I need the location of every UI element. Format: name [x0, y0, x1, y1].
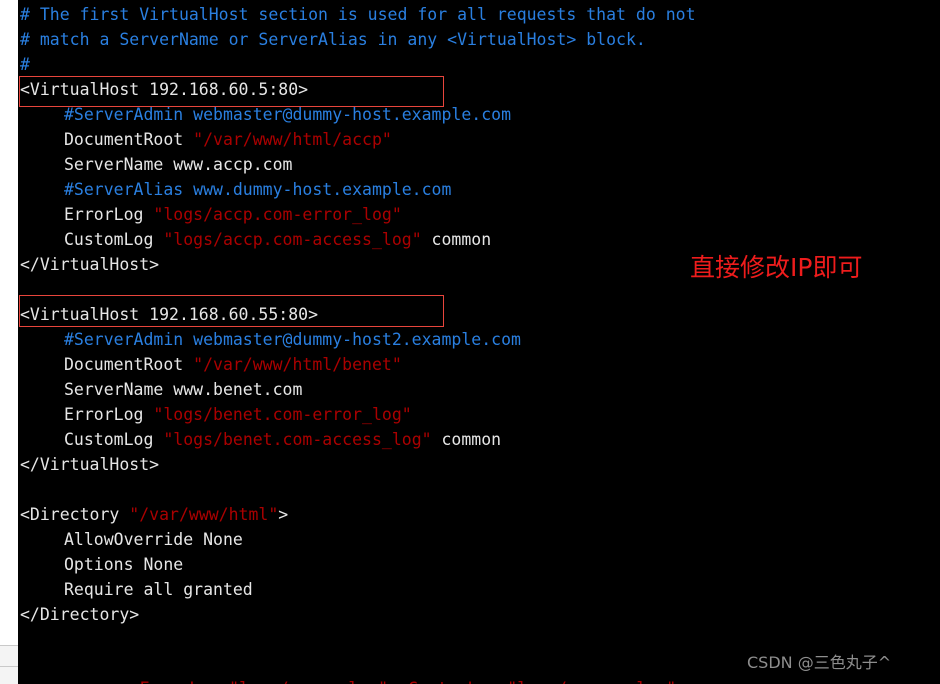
clipped-bottom-code-line: ErrorLog "logs/error_log" CustomLog "log… [100, 676, 676, 684]
code-token-str: "/var/www/html/accp" [193, 130, 392, 149]
code-token-dir: AllowOverride None [64, 530, 243, 549]
code-line: ErrorLog "logs/benet.com-error_log" [64, 402, 412, 427]
code-token-tag: <VirtualHost 192.168.60.5:80> [20, 80, 309, 99]
code-token-str: "/var/www/html" [129, 505, 279, 524]
code-token-dir: ErrorLog [64, 205, 154, 224]
code-line: <VirtualHost 192.168.60.5:80> [20, 77, 308, 102]
gutter-cell [0, 645, 18, 666]
code-line: # The first VirtualHost section is used … [20, 2, 696, 27]
code-token-str: "logs/accp.com-error_log" [153, 205, 402, 224]
gutter-blank-area [0, 0, 18, 645]
code-line: #ServerAdmin webmaster@dummy-host.exampl… [64, 102, 511, 127]
code-content-area[interactable]: # The first VirtualHost section is used … [19, 0, 940, 684]
code-line: # [20, 52, 30, 77]
code-line: <Directory "/var/www/html"> [20, 502, 288, 527]
code-token-comment: # [20, 55, 30, 74]
code-token-comment: #ServerAlias www.dummy-host.example.com [64, 180, 452, 199]
code-token-tag: > [278, 505, 289, 524]
code-token-tag: <Directory [20, 505, 130, 524]
code-token-str: "logs/benet.com-access_log" [163, 430, 432, 449]
code-line: ServerName www.accp.com [64, 152, 292, 177]
code-token-dir: ErrorLog [64, 405, 154, 424]
code-token-comment: #ServerAdmin webmaster@dummy-host.exampl… [64, 105, 512, 124]
code-line: <VirtualHost 192.168.60.55:80> [20, 302, 318, 327]
code-line: ErrorLog "logs/accp.com-error_log" [64, 202, 402, 227]
code-line: AllowOverride None [64, 527, 243, 552]
code-line: ServerName www.benet.com [64, 377, 302, 402]
left-gutter [0, 0, 18, 684]
code-line: Require all granted [64, 577, 253, 602]
code-line: #ServerAlias www.dummy-host.example.com [64, 177, 451, 202]
gutter-cell [0, 666, 18, 684]
code-token-dir: Require all granted [64, 580, 253, 599]
code-token-tag: </VirtualHost> [20, 255, 160, 274]
code-token-tag: </Directory> [20, 605, 140, 624]
code-line: </VirtualHost> [20, 252, 159, 277]
csdn-watermark: CSDN @三色丸子^ [747, 653, 892, 672]
code-line: #ServerAdmin webmaster@dummy-host2.examp… [64, 327, 521, 352]
code-line: DocumentRoot "/var/www/html/accp" [64, 127, 392, 152]
code-token-dir: DocumentRoot [64, 130, 194, 149]
code-token-comment: # match a ServerName or ServerAlias in a… [20, 30, 646, 49]
code-token-dir: CustomLog [64, 230, 164, 249]
code-line: Options None [64, 552, 183, 577]
code-token-comment: #ServerAdmin webmaster@dummy-host2.examp… [64, 330, 521, 349]
code-line: CustomLog "logs/accp.com-access_log" com… [64, 227, 491, 252]
code-token-dir: ServerName www.accp.com [64, 155, 293, 174]
code-token-str: "/var/www/html/benet" [193, 355, 402, 374]
code-token-plain: common [421, 230, 492, 249]
code-line: DocumentRoot "/var/www/html/benet" [64, 352, 402, 377]
code-editor-screenshot: # The first VirtualHost section is used … [0, 0, 940, 684]
code-token-str: "logs/benet.com-error_log" [153, 405, 412, 424]
code-token-tag: </VirtualHost> [20, 455, 160, 474]
code-token-dir: CustomLog [64, 430, 164, 449]
code-line: CustomLog "logs/benet.com-access_log" co… [64, 427, 501, 452]
code-token-plain: common [431, 430, 502, 449]
code-token-tag: <VirtualHost 192.168.60.55:80> [20, 305, 319, 324]
code-token-dir: DocumentRoot [64, 355, 194, 374]
code-line: </VirtualHost> [20, 452, 159, 477]
code-token-dir: Options None [64, 555, 184, 574]
code-line: </Directory> [20, 602, 139, 627]
annotation-text: 直接修改IP即可 [690, 253, 863, 282]
code-token-dir: ServerName www.benet.com [64, 380, 303, 399]
code-line: # match a ServerName or ServerAlias in a… [20, 27, 646, 52]
code-token-str: "logs/accp.com-access_log" [163, 230, 422, 249]
code-token-comment: # The first VirtualHost section is used … [20, 5, 696, 24]
